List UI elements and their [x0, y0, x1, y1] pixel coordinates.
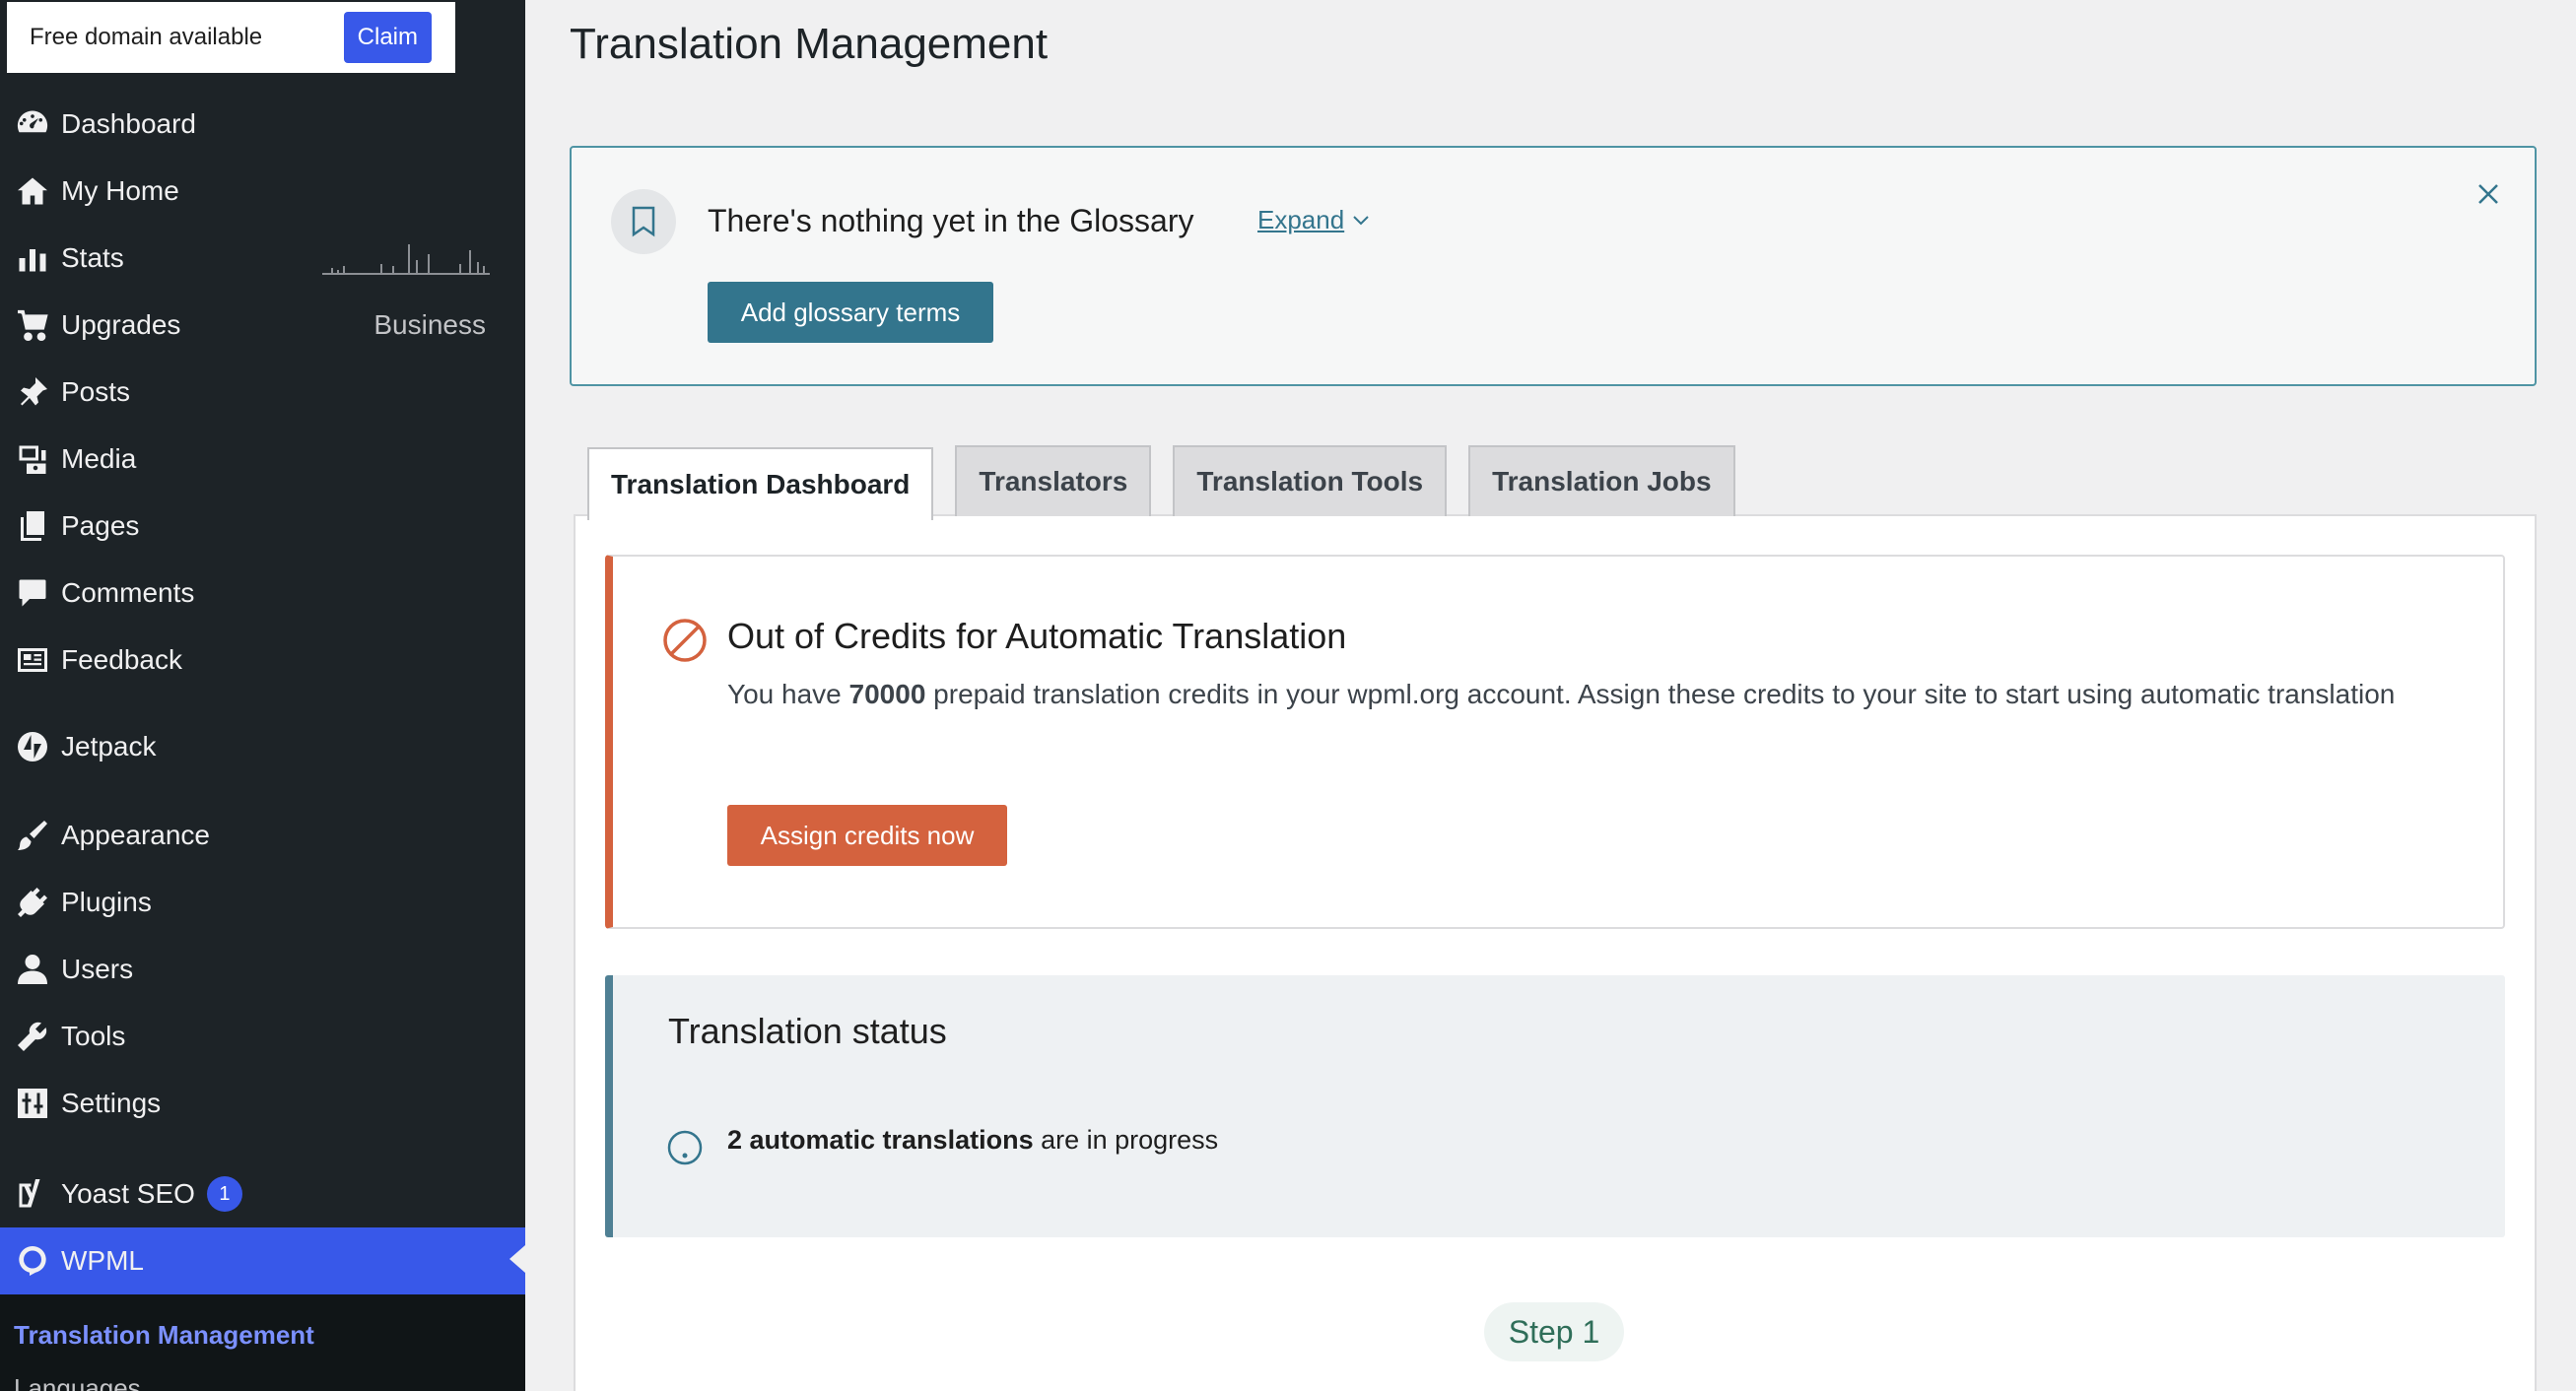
home-icon: [0, 173, 61, 209]
admin-sidebar: Free domain available Claim Dashboard My…: [0, 0, 525, 1391]
settings-icon: [0, 1086, 61, 1121]
wpml-submenu: Translation Management Languages: [0, 1294, 525, 1391]
pin-icon: [0, 374, 61, 410]
translation-progress-text: 2 automatic translations are in progress: [727, 1125, 1219, 1155]
bookmark-icon: [611, 189, 676, 254]
submenu-item-languages[interactable]: Languages: [14, 1373, 141, 1391]
sidebar-item-my-home[interactable]: My Home: [0, 160, 525, 223]
credits-text: You have 70000 prepaid translation credi…: [727, 679, 2396, 709]
sidebar-item-users[interactable]: Users: [0, 938, 525, 1001]
close-icon[interactable]: [2472, 177, 2505, 211]
comment-icon: [0, 575, 61, 611]
sidebar-item-label: Jetpack: [61, 731, 157, 762]
plug-icon: [0, 885, 61, 920]
sidebar-item-label: Appearance: [61, 820, 211, 850]
user-icon: [0, 952, 61, 987]
sidebar-item-label: Comments: [61, 577, 195, 608]
wpml-icon: [0, 1243, 61, 1279]
sidebar-item-dashboard[interactable]: Dashboard: [0, 93, 525, 156]
translation-status-box: Translation status 2 automatic translati…: [605, 975, 2505, 1237]
sidebar-item-label: Dashboard: [61, 108, 196, 139]
sidebar-item-label: Posts: [61, 376, 131, 407]
add-glossary-terms-button[interactable]: Add glossary terms: [708, 282, 993, 343]
stats-sparkline: [322, 244, 490, 275]
sidebar-item-comments[interactable]: Comments: [0, 562, 525, 625]
sidebar-item-label: Upgrades: [61, 309, 181, 340]
credits-amount: 70000: [848, 679, 926, 709]
tab-translators[interactable]: Translators: [955, 445, 1152, 516]
claim-button[interactable]: Claim: [343, 12, 432, 63]
plan-label: Business: [373, 309, 486, 340]
sidebar-item-feedback[interactable]: Feedback: [0, 629, 525, 692]
sidebar-item-media[interactable]: Media: [0, 428, 525, 491]
sidebar-item-tools[interactable]: Tools: [0, 1005, 525, 1068]
tab-translation-jobs[interactable]: Translation Jobs: [1468, 445, 1735, 516]
cart-icon: [0, 307, 61, 343]
sidebar-item-posts[interactable]: Posts: [0, 361, 525, 424]
sidebar-item-label: Yoast SEO: [61, 1178, 195, 1209]
prohibited-icon: [663, 619, 707, 662]
sidebar-item-label: Plugins: [61, 887, 152, 917]
translation-status-title: Translation status: [668, 1011, 947, 1051]
assign-credits-button[interactable]: Assign credits now: [727, 805, 1007, 866]
progress-spinner-icon: [667, 1130, 703, 1165]
submenu-item-translation-management[interactable]: Translation Management: [14, 1320, 314, 1351]
tab-translation-tools[interactable]: Translation Tools: [1173, 445, 1448, 516]
expand-link[interactable]: Expand: [1257, 205, 1370, 235]
wrench-icon: [0, 1019, 61, 1054]
glossary-empty-text: There's nothing yet in the Glossary: [708, 203, 1194, 238]
media-icon: [0, 441, 61, 477]
stats-icon: [0, 240, 61, 276]
yoast-icon: [0, 1176, 61, 1212]
sidebar-item-label: Tools: [61, 1021, 126, 1051]
free-domain-banner: Free domain available Claim: [7, 2, 455, 73]
sidebar-item-wpml[interactable]: WPML: [0, 1227, 525, 1294]
sidebar-item-yoast-seo[interactable]: Yoast SEO 1: [0, 1162, 525, 1225]
glossary-notice: There's nothing yet in the Glossary Expa…: [570, 146, 2537, 386]
chevron-down-icon: [1353, 215, 1369, 225]
expand-label: Expand: [1257, 205, 1345, 234]
tab-translation-dashboard[interactable]: Translation Dashboard: [587, 447, 934, 520]
brush-icon: [0, 818, 61, 853]
sidebar-item-jetpack[interactable]: Jetpack: [0, 715, 525, 778]
sidebar-item-label: Pages: [61, 510, 140, 541]
notification-badge: 1: [206, 1176, 242, 1212]
feedback-icon: [0, 642, 61, 678]
sidebar-item-label: Users: [61, 954, 134, 984]
sidebar-item-upgrades[interactable]: Upgrades Business: [0, 294, 525, 357]
sidebar-item-plugins[interactable]: Plugins: [0, 871, 525, 934]
pages-icon: [0, 508, 61, 544]
step-badge: Step 1: [1484, 1302, 1624, 1361]
sidebar-item-label: Media: [61, 443, 137, 474]
sidebar-item-label: Stats: [61, 242, 124, 273]
credits-title: Out of Credits for Automatic Translation: [727, 616, 1347, 656]
sidebar-item-pages[interactable]: Pages: [0, 495, 525, 558]
dashboard-icon: [0, 106, 61, 142]
sidebar-item-settings[interactable]: Settings: [0, 1072, 525, 1135]
page-title: Translation Management: [570, 20, 1049, 68]
jetpack-icon: [0, 729, 61, 764]
tabs-bar: Translation Dashboard Translators Transl…: [587, 445, 1735, 520]
sidebar-item-label: My Home: [61, 175, 179, 206]
sidebar-item-label: WPML: [61, 1245, 144, 1276]
sidebar-item-stats[interactable]: Stats: [0, 227, 525, 290]
banner-text: Free domain available: [30, 24, 263, 50]
sidebar-item-label: Settings: [61, 1088, 162, 1118]
sidebar-item-label: Feedback: [61, 644, 182, 675]
sidebar-item-appearance[interactable]: Appearance: [0, 804, 525, 867]
out-of-credits-notice: Out of Credits for Automatic Translation…: [605, 555, 2505, 929]
